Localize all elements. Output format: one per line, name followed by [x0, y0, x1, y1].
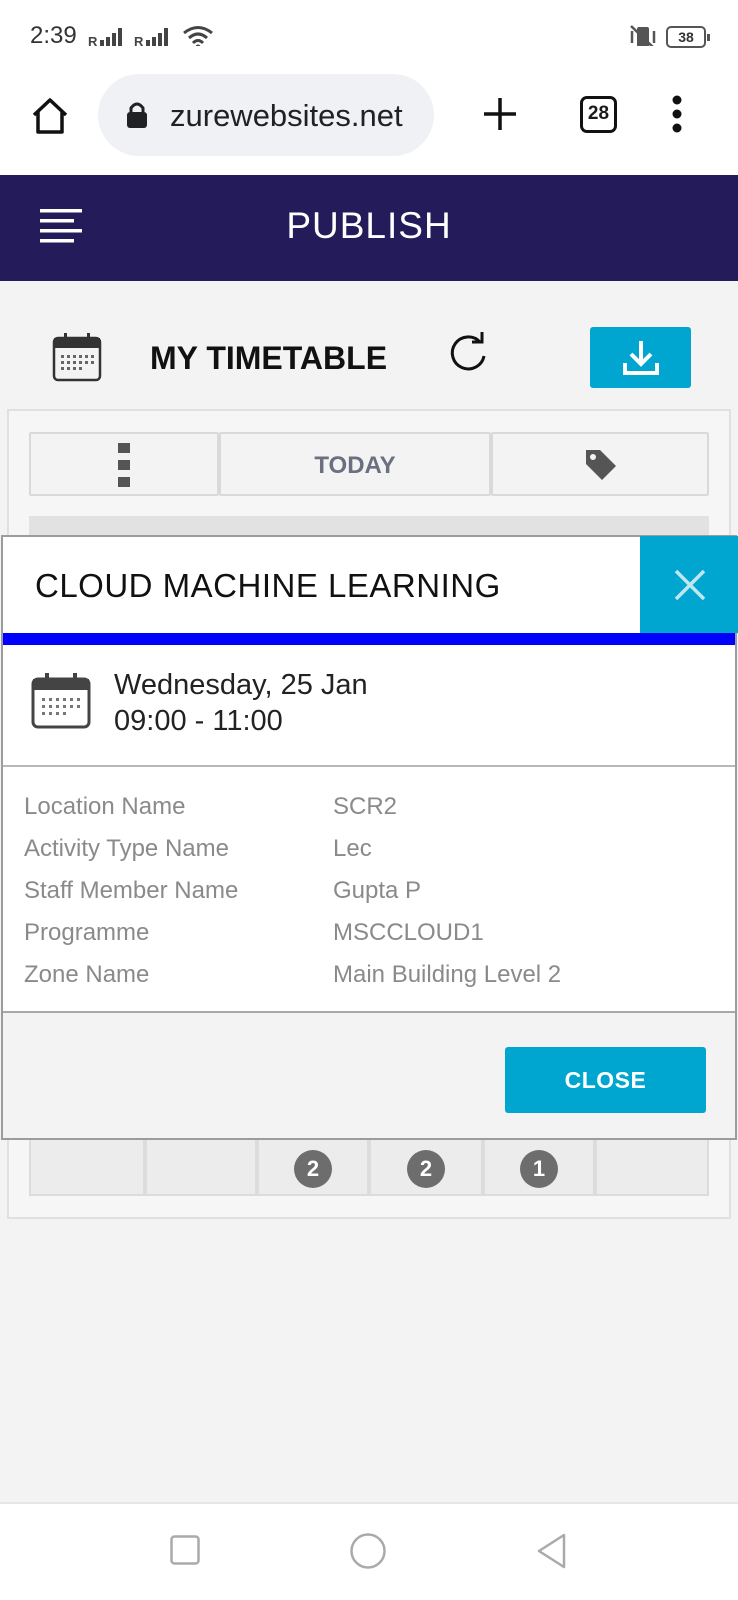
today-button[interactable]: TODAY	[219, 432, 491, 496]
status-bar: 2:39 R R 38	[0, 0, 738, 72]
wifi-icon	[183, 26, 213, 46]
vibrate-mute-icon	[630, 25, 656, 46]
detail-value: Gupta P	[333, 877, 422, 904]
event-date: Wednesday, 25 Jan	[114, 669, 368, 701]
day-cell[interactable]	[145, 1138, 257, 1196]
modal-footer: CLOSE	[3, 1011, 735, 1138]
detail-value: SCR2	[333, 793, 398, 820]
close-button[interactable]: CLOSE	[505, 1047, 706, 1113]
more-options-icon[interactable]	[670, 94, 684, 134]
week-nav-bar	[29, 516, 709, 536]
day-cell[interactable]	[595, 1138, 709, 1196]
close-icon	[674, 569, 706, 601]
home-nav-icon[interactable]	[350, 1533, 386, 1569]
vertical-dots-icon	[118, 443, 130, 487]
today-label: TODAY	[314, 452, 396, 479]
tag-filter-button[interactable]	[491, 432, 709, 496]
back-icon[interactable]	[536, 1533, 568, 1569]
detail-value: Main Building Level 2	[333, 961, 562, 988]
new-tab-icon[interactable]	[482, 96, 518, 132]
detail-value: Lec	[333, 835, 372, 862]
event-count-badge: 2	[407, 1150, 445, 1188]
tab-switcher-button[interactable]: 28	[580, 96, 617, 133]
download-button[interactable]	[590, 327, 691, 388]
detail-label: Programme	[24, 919, 150, 946]
detail-label: Activity Type Name	[24, 835, 229, 862]
calendar-icon	[52, 333, 102, 382]
address-bar[interactable]: zurewebsites.net	[98, 74, 434, 156]
system-nav-bar	[0, 1502, 738, 1600]
event-time: 09:00 - 11:00	[114, 705, 283, 737]
day-cell[interactable]	[29, 1138, 145, 1196]
event-calendar-icon	[31, 673, 91, 729]
status-time: 2:39	[30, 22, 77, 49]
refresh-icon[interactable]	[446, 332, 490, 376]
event-count-badge: 2	[294, 1150, 332, 1188]
lock-icon	[127, 102, 147, 128]
detail-label: Staff Member Name	[24, 877, 239, 904]
app-header: PUBLISH	[0, 175, 738, 281]
modal-close-x-button[interactable]	[640, 536, 738, 633]
svg-text:R: R	[134, 34, 144, 48]
event-detail-modal: CLOUD MACHINE LEARNING Wednesday, 25 Jan…	[1, 535, 738, 1140]
event-count-badge: 1	[520, 1150, 558, 1188]
page-title: MY TIMETABLE	[150, 340, 388, 376]
detail-label: Zone Name	[24, 961, 150, 988]
battery-indicator: 38	[666, 26, 710, 48]
signal-icon: R	[88, 28, 122, 48]
signal-icon-2: R	[134, 28, 168, 48]
svg-text:R: R	[88, 34, 98, 48]
divider	[3, 765, 735, 767]
home-icon[interactable]	[30, 96, 70, 136]
url-text: zurewebsites.net	[170, 98, 403, 133]
tag-icon	[586, 450, 616, 480]
download-icon	[623, 341, 659, 375]
detail-label: Location Name	[24, 793, 186, 820]
browser-toolbar: zurewebsites.net 28	[0, 72, 738, 175]
modal-title: CLOUD MACHINE LEARNING	[35, 567, 501, 604]
detail-value: MSCCLOUD1	[333, 919, 484, 946]
category-color-stripe	[3, 633, 735, 645]
recents-icon[interactable]	[170, 1535, 200, 1565]
options-button[interactable]	[29, 432, 219, 496]
app-title: PUBLISH	[286, 205, 452, 246]
